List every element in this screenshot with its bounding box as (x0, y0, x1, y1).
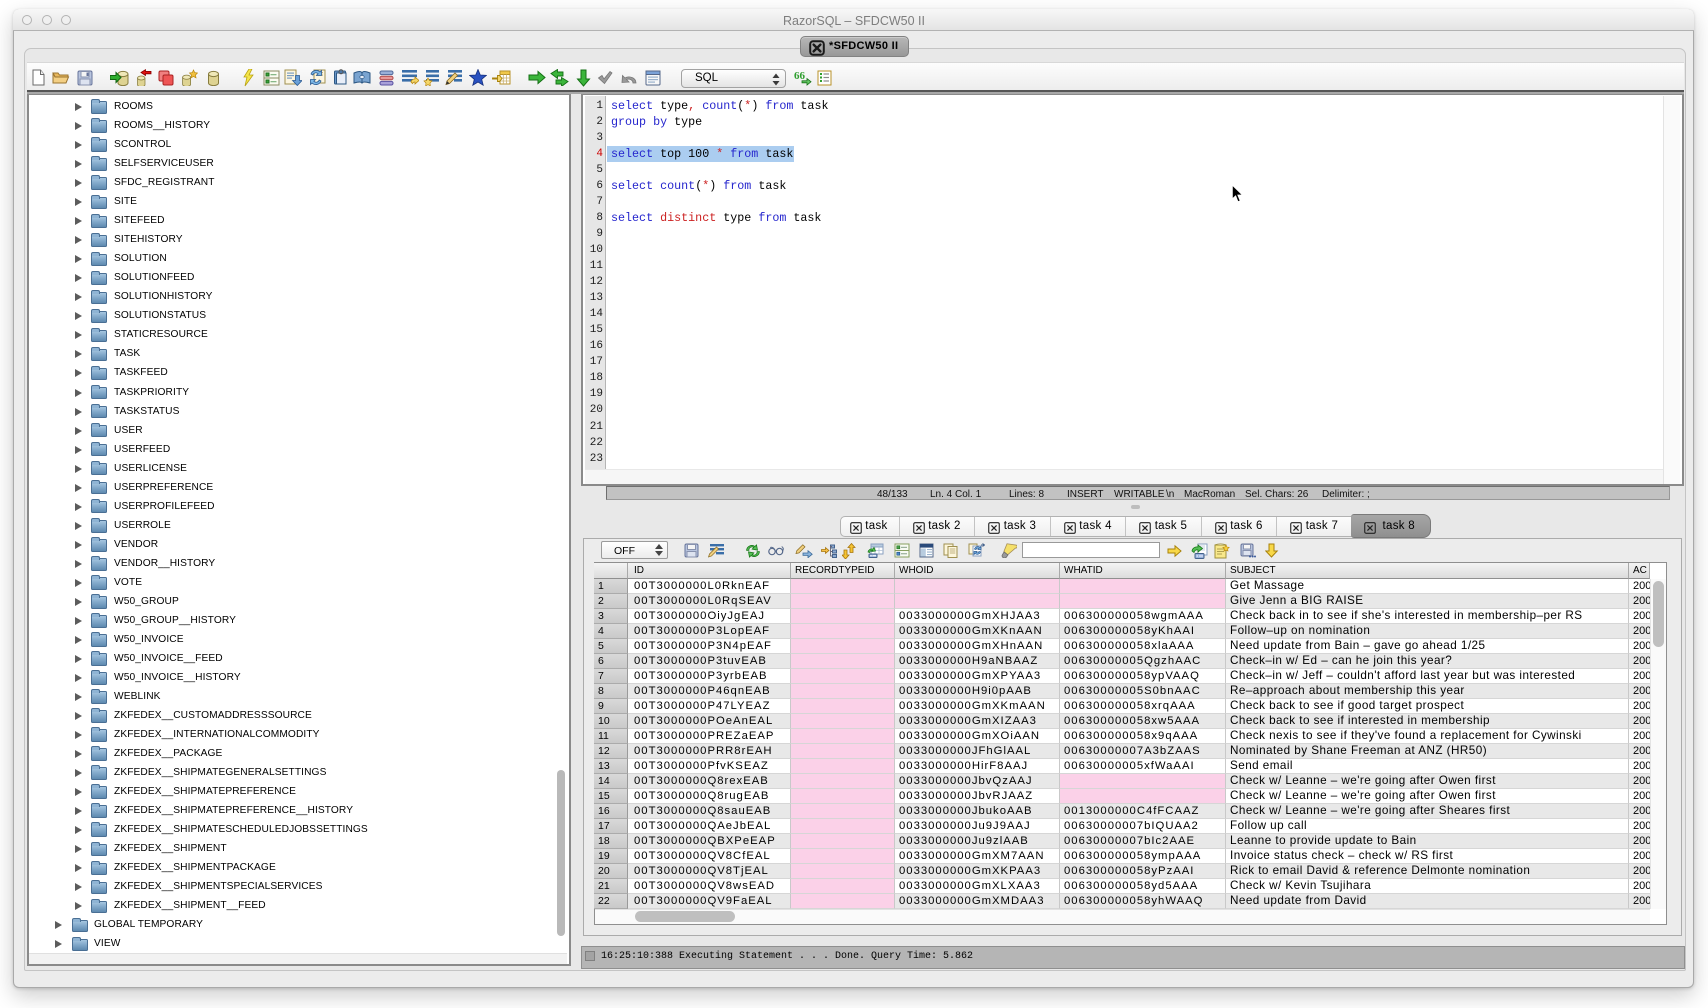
svg-text:66: 66 (794, 70, 806, 82)
